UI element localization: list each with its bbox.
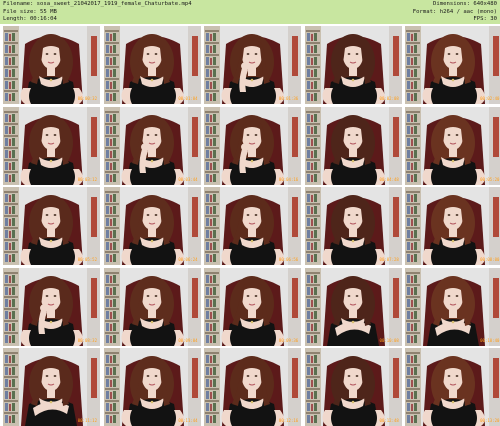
video-thumbnail: 00:11:44 <box>103 348 201 426</box>
thumbnail-timestamp: 00:03:44 <box>178 176 198 182</box>
thumbnail-frame <box>405 26 500 104</box>
thumbnail-timestamp: 00:07:28 <box>379 257 399 263</box>
thumbnail-timestamp: 00:13:20 <box>480 418 500 424</box>
video-thumbnail: 00:05:52 <box>3 187 100 266</box>
video-thumbnail: 00:01:04 <box>103 26 201 104</box>
video-thumbnail: 00:13:20 <box>405 348 500 426</box>
video-thumbnail: 00:04:48 <box>304 106 402 185</box>
thumbnail-frame <box>204 348 302 426</box>
thumbnail-timestamp: 00:10:08 <box>379 337 399 343</box>
video-thumbnail: 00:01:36 <box>204 26 302 104</box>
video-thumbnail: 00:04:16 <box>204 106 302 185</box>
video-thumbnail: 00:06:56 <box>204 187 302 266</box>
video-thumbnail: 00:12:48 <box>304 348 402 426</box>
dimensions-label: Dimensions: 640x480 <box>433 1 497 7</box>
video-thumbnail: 00:12:16 <box>204 348 302 426</box>
video-thumbnail: 00:08:00 <box>405 187 500 266</box>
thumbnail-timestamp: 00:06:24 <box>178 257 198 263</box>
thumbnail-frame <box>3 106 100 185</box>
thumbnail-frame <box>103 187 201 266</box>
thumbnail-frame <box>405 187 500 266</box>
video-thumbnail: 00:00:32 <box>3 26 100 104</box>
thumbnail-timestamp: 00:01:36 <box>278 96 299 101</box>
thumbnail-frame <box>304 267 402 346</box>
video-thumbnail: 00:10:40 <box>405 267 500 346</box>
thumbnail-frame <box>304 348 402 426</box>
thumbnail-timestamp: 00:02:08 <box>379 96 399 101</box>
thumbnail-timestamp: 00:05:52 <box>77 257 97 263</box>
thumbnail-frame <box>304 187 402 266</box>
video-thumbnail: 00:10:08 <box>304 267 402 346</box>
thumbnail-timestamp: 00:00:32 <box>77 96 97 101</box>
thumbnail-frame <box>304 26 402 104</box>
thumbnail-timestamp: 00:11:44 <box>178 418 198 424</box>
video-thumbnail: 00:05:20 <box>405 106 500 185</box>
thumbnail-timestamp: 00:05:20 <box>480 176 500 182</box>
thumbnail-timestamp: 00:04:48 <box>379 176 399 182</box>
thumbnail-frame <box>103 26 201 104</box>
thumbnail-frame <box>204 267 302 346</box>
thumbnail-timestamp: 00:10:40 <box>480 337 500 343</box>
video-thumbnail: 00:08:32 <box>3 267 100 346</box>
thumbnail-frame <box>304 106 402 185</box>
thumbnail-timestamp: 00:09:36 <box>278 337 299 343</box>
length-label: Length: 00:16:04 <box>3 16 57 22</box>
thumbnail-frame <box>405 348 500 426</box>
video-thumbnail: 00:03:12 <box>3 106 100 185</box>
thumbnail-frame <box>204 26 302 104</box>
format-label: Format: h264 / aac (mono) <box>412 8 497 15</box>
thumbnail-frame <box>204 106 302 185</box>
thumbnail-frame <box>3 348 100 426</box>
thumbnail-timestamp: 00:08:00 <box>480 257 500 263</box>
thumbnail-frame <box>405 106 500 185</box>
thumbnail-timestamp: 00:02:40 <box>480 96 500 101</box>
thumbnail-frame <box>405 267 500 346</box>
thumbnail-frame <box>103 267 201 346</box>
video-thumbnail: 00:11:12 <box>3 348 100 426</box>
thumbnail-frame <box>3 26 100 104</box>
thumbnail-frame <box>103 106 201 185</box>
thumbnail-timestamp: 00:09:04 <box>178 337 198 343</box>
filesize-label: File size: 55 MB <box>3 8 57 15</box>
fps-label: FPS: 30 <box>473 16 497 22</box>
thumbnail-timestamp: 00:03:12 <box>77 176 97 182</box>
thumbnail-timestamp: 00:11:12 <box>77 418 97 424</box>
thumbnail-frame <box>3 187 100 266</box>
video-thumbnail: 00:03:44 <box>103 106 201 185</box>
thumbnail-timestamp: 00:12:16 <box>278 418 299 424</box>
info-header: Filename: sosa_sweet_21042017_1919_femal… <box>0 0 500 24</box>
thumbnail-timestamp: 00:04:16 <box>278 176 299 182</box>
thumbnail-timestamp: 00:08:32 <box>77 337 97 343</box>
thumbnail-timestamp: 00:12:48 <box>379 418 399 424</box>
video-thumbnail: 00:02:40 <box>405 26 500 104</box>
video-thumbnail: 00:09:36 <box>204 267 302 346</box>
thumbnail-frame <box>204 187 302 266</box>
thumbnail-timestamp: 00:01:04 <box>178 96 198 101</box>
thumbnail-grid: 00:00:32 00:01:04 00:01:36 00:02:08 00:02:40… <box>0 24 500 426</box>
video-thumbnail: 00:02:08 <box>304 26 402 104</box>
video-thumbnail: 00:07:28 <box>304 187 402 266</box>
thumbnail-frame <box>3 267 100 346</box>
thumbnail-timestamp: 00:06:56 <box>278 257 299 263</box>
thumbnail-frame <box>103 348 201 426</box>
video-thumbnail: 00:06:24 <box>103 187 201 266</box>
filename-label: Filename: sosa_sweet_21042017_1919_femal… <box>3 1 192 7</box>
video-thumbnail: 00:09:04 <box>103 267 201 346</box>
